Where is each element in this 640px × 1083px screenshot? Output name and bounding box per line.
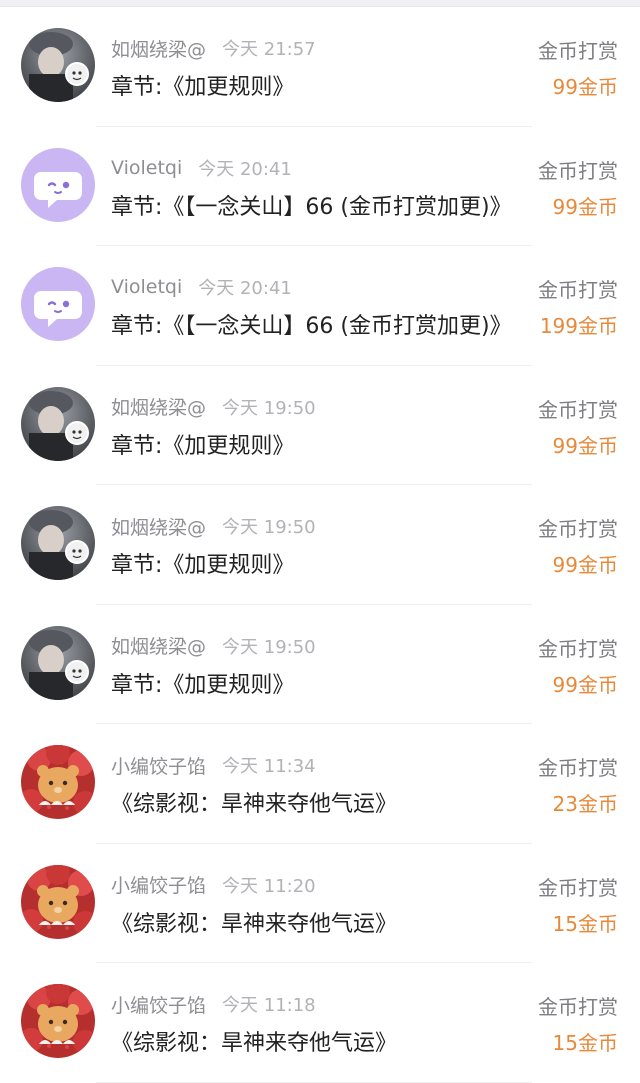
list-item[interactable]: 小编饺子馅 今天 11:18 《综影视：旱神来夺他气运》 金币打赏 15金币	[0, 963, 640, 1083]
top-divider	[0, 0, 640, 7]
girl-photo-avatar[interactable]	[21, 386, 95, 461]
chapter-title[interactable]: 章节:《加更规则》	[111, 547, 294, 579]
timestamp: 今天 19:50	[222, 517, 316, 538]
name-line: 小编饺子馅 今天 11:18	[111, 991, 316, 1017]
row-divider	[96, 1081, 532, 1083]
name-line: 如烟绕梁@ 今天 21:57	[111, 35, 316, 61]
reward-amount: 23金币	[552, 792, 618, 816]
reward-amount: 99金币	[552, 433, 618, 458]
girl-photo-avatar[interactable]	[21, 28, 95, 102]
list-item[interactable]: 小编饺子馅 今天 11:20 《综影视：旱神来夺他气运》 金币打赏 15金币	[0, 844, 640, 963]
name-line: 如烟绕梁@ 今天 19:50	[111, 513, 316, 539]
timestamp: 今天 11:18	[222, 995, 316, 1016]
reward-type: 金币打赏	[538, 517, 618, 541]
reward-type: 金币打赏	[538, 756, 618, 780]
chapter-title[interactable]: 章节:《加更规则》	[111, 69, 294, 101]
timestamp: 今天 11:20	[222, 875, 316, 897]
user-name[interactable]: 如烟绕梁@	[111, 513, 206, 540]
chapter-title[interactable]: 《综影视：旱神来夺他气运》	[111, 786, 397, 818]
reward-type: 金币打赏	[538, 39, 618, 63]
chapter-title[interactable]: 《综影视：旱神来夺他气运》	[111, 906, 397, 938]
reward-amount: 199金币	[539, 314, 618, 338]
reward-type: 金币打赏	[538, 995, 618, 1019]
timestamp: 今天 21:57	[222, 39, 316, 60]
violet-chat-avatar[interactable]	[21, 267, 95, 341]
list-item[interactable]: 小编饺子馅 今天 11:34 《综影视：旱神来夺他气运》 金币打赏 23金币	[0, 724, 640, 844]
list-item[interactable]: 如烟绕梁@ 今天 21:57 章节:《加更规则》 金币打赏 99金币	[0, 7, 640, 127]
name-line: 如烟绕梁@ 今天 19:50	[111, 633, 316, 659]
chapter-title[interactable]: 章节:《【一念关山】66 (金币打赏加更)》	[111, 189, 512, 221]
reward-amount: 99金币	[552, 553, 618, 577]
violet-chat-avatar[interactable]	[21, 147, 95, 222]
timestamp: 今天 11:34	[222, 756, 316, 777]
reward-type: 金币打赏	[538, 158, 618, 183]
reward-type: 金币打赏	[538, 278, 618, 302]
user-name[interactable]: 小编饺子馅	[111, 871, 206, 898]
chapter-title[interactable]: 章节:《【一念关山】66 (金币打赏加更)》	[111, 308, 512, 340]
reward-amount: 15金币	[552, 1031, 618, 1055]
reward-amount: 99金币	[552, 194, 618, 219]
list-item[interactable]: Violetqi 今天 20:41 章节:《【一念关山】66 (金币打赏加更)》…	[0, 127, 640, 246]
strawberry-bear-avatar[interactable]	[21, 864, 95, 939]
reward-type: 金币打赏	[538, 636, 618, 661]
name-line: Violetqi 今天 20:41	[111, 274, 292, 300]
reward-type: 金币打赏	[538, 397, 618, 422]
girl-photo-avatar[interactable]	[21, 625, 95, 700]
user-name[interactable]: Violetqi	[111, 157, 182, 179]
timestamp: 今天 20:41	[198, 158, 292, 180]
strawberry-bear-avatar[interactable]	[21, 984, 95, 1058]
timestamp: 今天 19:50	[222, 636, 316, 658]
reward-amount: 99金币	[552, 75, 618, 99]
user-name[interactable]: 如烟绕梁@	[111, 632, 206, 659]
reward-amount: 15金币	[552, 911, 618, 936]
chapter-title[interactable]: 章节:《加更规则》	[111, 667, 294, 699]
user-name[interactable]: 小编饺子馅	[111, 752, 206, 779]
chapter-title[interactable]: 章节:《加更规则》	[111, 428, 294, 460]
strawberry-bear-avatar[interactable]	[21, 745, 95, 819]
user-name[interactable]: 如烟绕梁@	[111, 35, 206, 62]
list-item[interactable]: 如烟绕梁@ 今天 19:50 章节:《加更规则》 金币打赏 99金币	[0, 366, 640, 485]
name-line: 小编饺子馅 今天 11:34	[111, 752, 316, 778]
user-name[interactable]: Violetqi	[111, 276, 182, 298]
reward-amount: 99金币	[552, 672, 618, 697]
list-item[interactable]: Violetqi 今天 20:41 章节:《【一念关山】66 (金币打赏加更)》…	[0, 246, 640, 366]
girl-photo-avatar[interactable]	[21, 506, 95, 580]
name-line: Violetqi 今天 20:41	[111, 155, 292, 181]
name-line: 小编饺子馅 今天 11:20	[111, 872, 316, 898]
timestamp: 今天 19:50	[222, 397, 316, 419]
list-item[interactable]: 如烟绕梁@ 今天 19:50 章节:《加更规则》 金币打赏 99金币	[0, 485, 640, 605]
user-name[interactable]: 小编饺子馅	[111, 991, 206, 1018]
list-item[interactable]: 如烟绕梁@ 今天 19:50 章节:《加更规则》 金币打赏 99金币	[0, 605, 640, 724]
reward-type: 金币打赏	[538, 875, 618, 900]
timestamp: 今天 20:41	[198, 278, 292, 299]
user-name[interactable]: 如烟绕梁@	[111, 393, 206, 420]
chapter-title[interactable]: 《综影视：旱神来夺他气运》	[111, 1025, 397, 1057]
name-line: 如烟绕梁@ 今天 19:50	[111, 394, 316, 420]
reward-list[interactable]: 如烟绕梁@ 今天 21:57 章节:《加更规则》 金币打赏 99金币 Viole…	[0, 7, 640, 1083]
